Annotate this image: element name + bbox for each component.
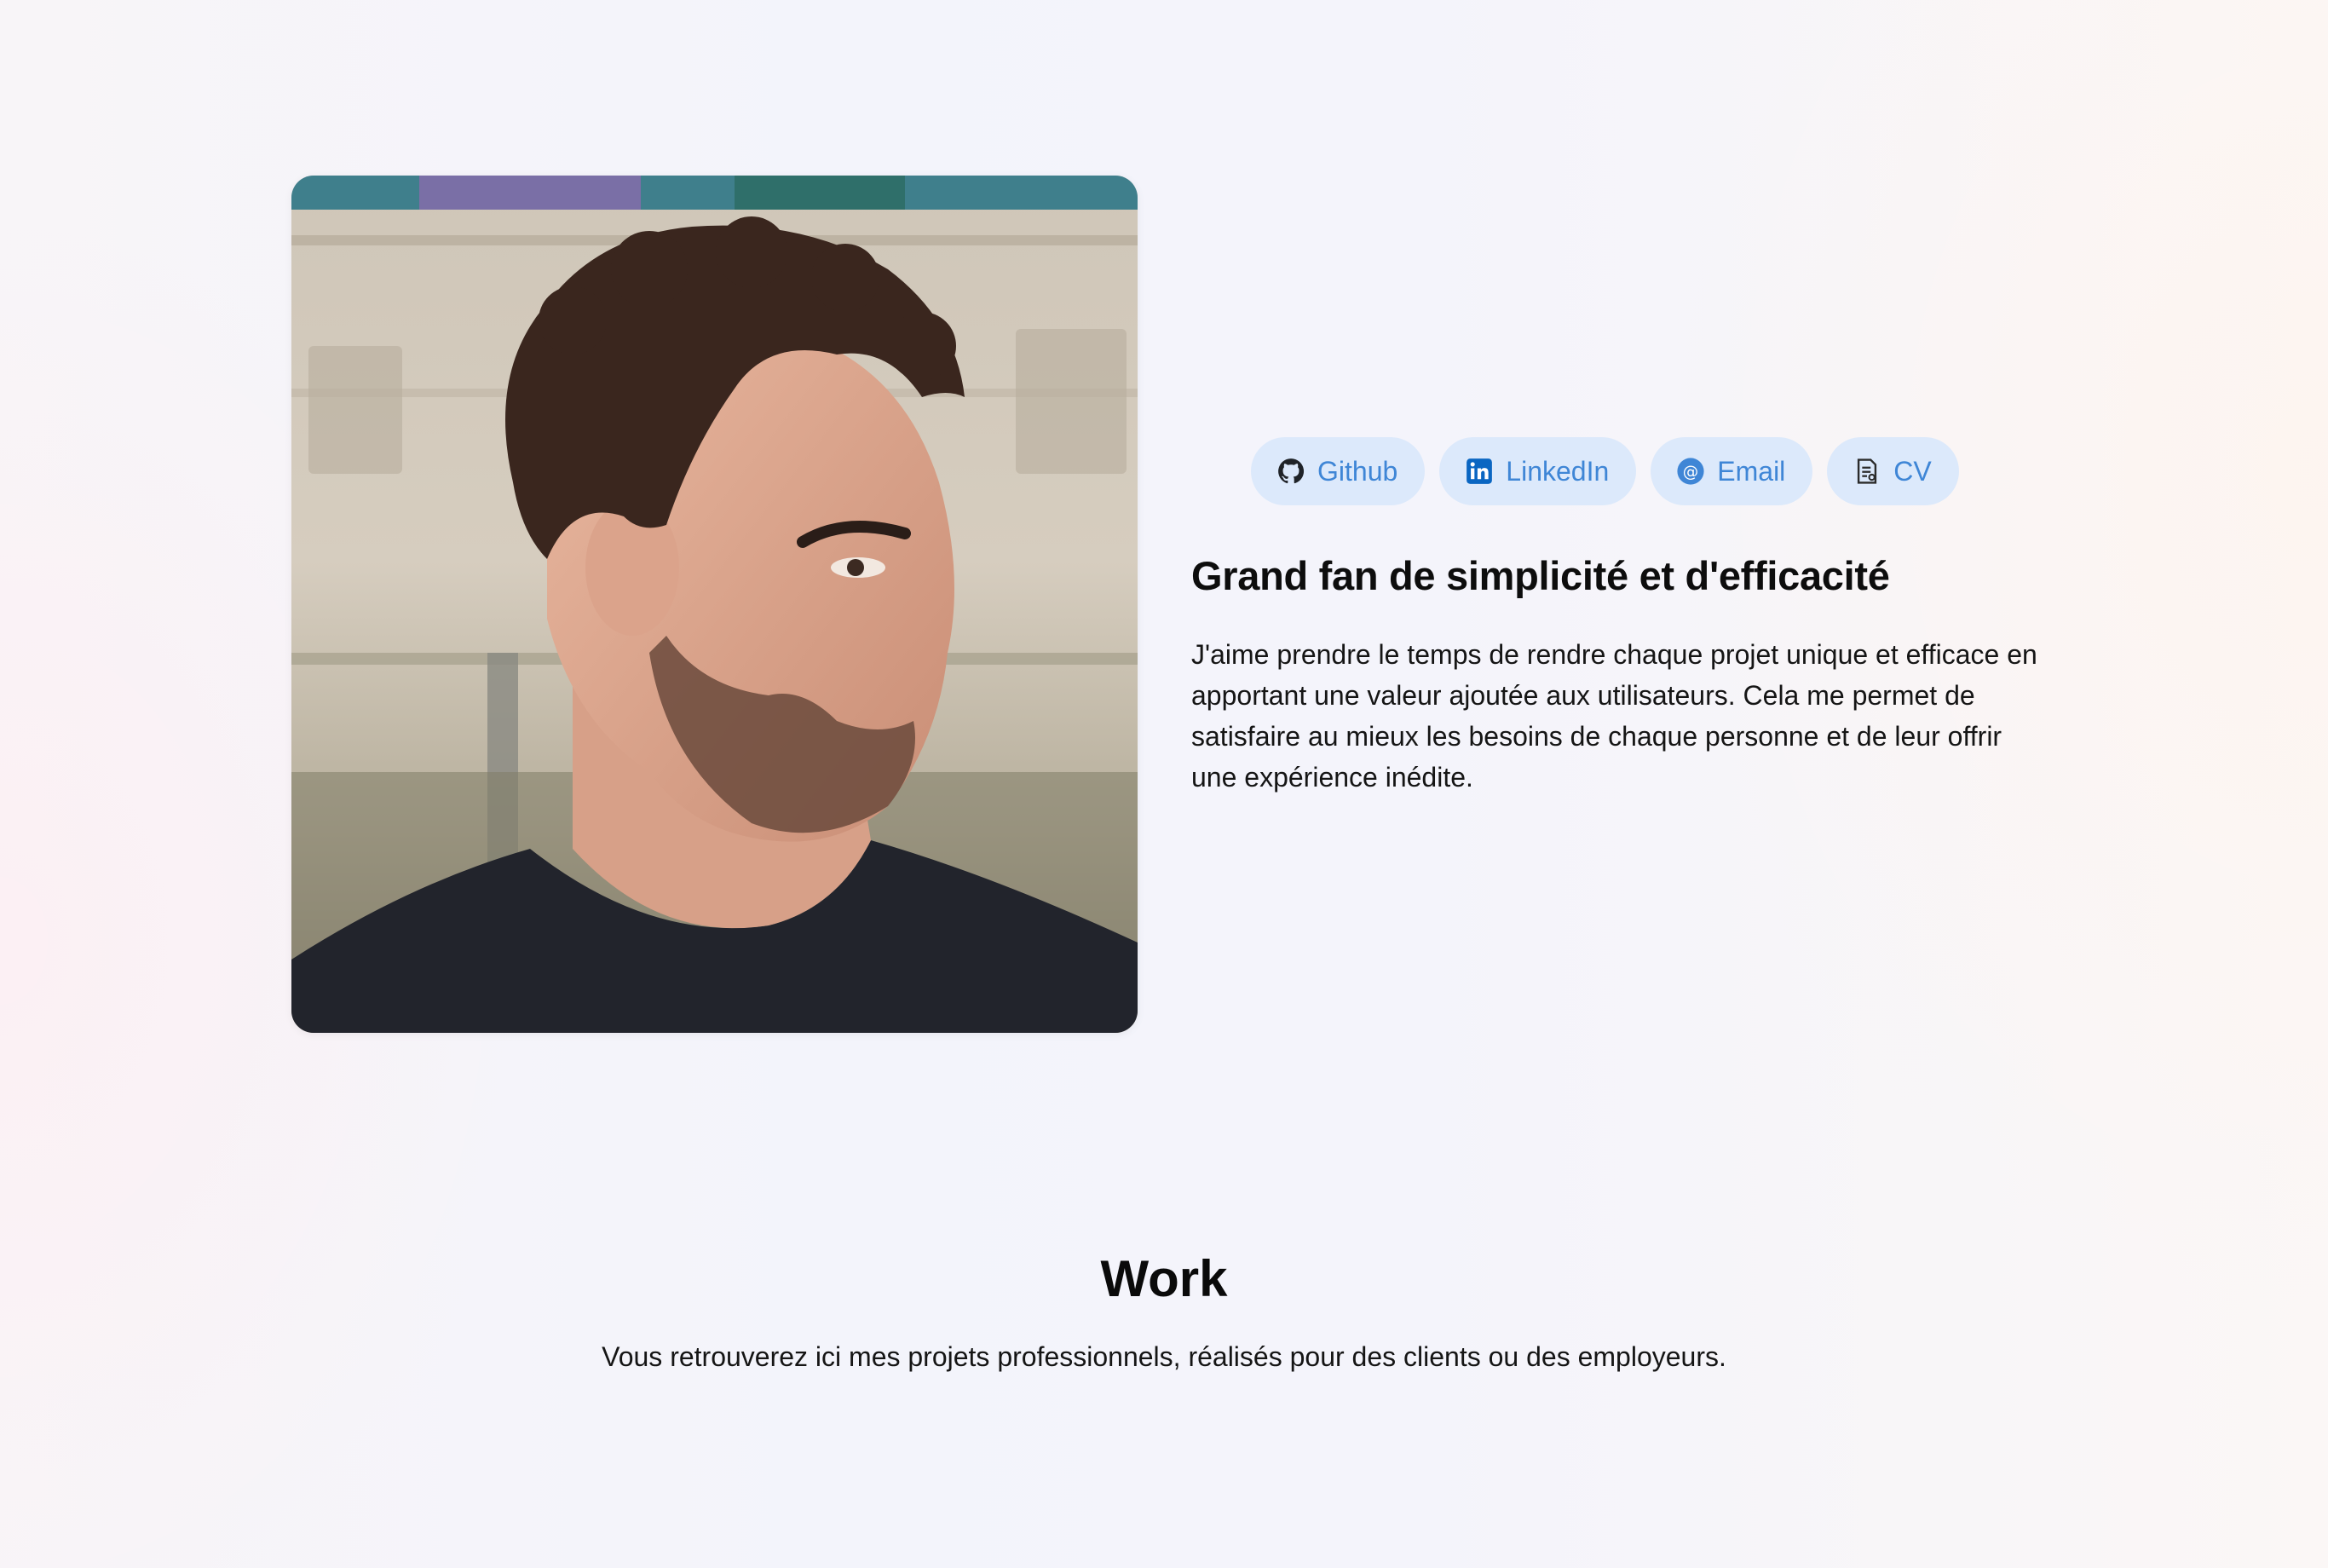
profile-photo [291,176,1138,1033]
cv-link[interactable]: CV [1827,437,1959,505]
document-icon [1853,457,1881,486]
github-icon [1276,457,1305,486]
linkedin-icon [1465,457,1494,486]
linkedin-link[interactable]: LinkedIn [1439,437,1637,505]
linkedin-label: LinkedIn [1506,455,1610,487]
hero-headline: Grand fan de simplicité et d'efficacité [1191,553,1890,598]
work-section-title: Work [1100,1250,1228,1307]
at-sign-icon: @ [1676,457,1705,486]
svg-text:@: @ [1683,463,1698,481]
github-link[interactable]: Github [1251,437,1426,505]
github-label: Github [1317,455,1398,487]
work-section-subtitle: Vous retrouverez ici mes projets profess… [602,1341,1726,1372]
cv-label: CV [1893,455,1932,487]
hero-bio: J'aime prendre le temps de rendre chaque… [1191,639,2037,793]
email-label: Email [1717,455,1786,487]
email-link[interactable]: @ Email [1651,437,1813,505]
social-links: Github LinkedIn @ Email CV [1251,437,1959,505]
